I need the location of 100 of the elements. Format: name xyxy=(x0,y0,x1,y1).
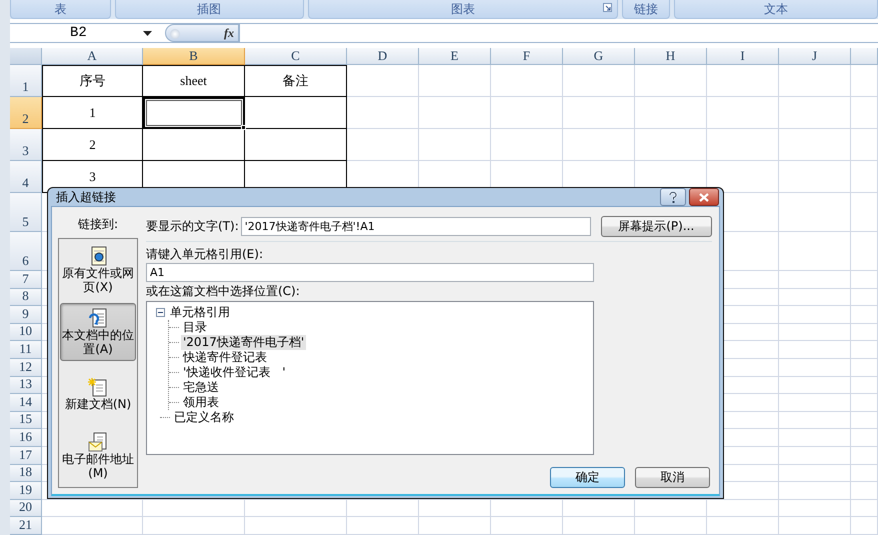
table-cell xyxy=(851,306,878,324)
table-cell xyxy=(851,482,878,500)
link-to-label: 链接到: xyxy=(76,216,120,233)
row-header[interactable]: 6 xyxy=(10,232,42,271)
cancel-button[interactable]: 取消 xyxy=(635,467,710,488)
row-header[interactable]: 3 xyxy=(10,129,42,161)
table-cell xyxy=(851,341,878,359)
location-label: 或在这篇文档中选择位置(C): xyxy=(146,283,301,300)
tree-item[interactable]: 宅急送 xyxy=(181,380,221,395)
row-header[interactable]: 13 xyxy=(10,376,42,394)
row-header[interactable]: 2 xyxy=(10,97,42,129)
table-cell xyxy=(779,517,851,535)
tree-item[interactable]: 快递寄件登记表 xyxy=(181,350,269,365)
row-header[interactable]: 18 xyxy=(10,464,42,482)
table-cell xyxy=(851,288,878,306)
row-header[interactable]: 5 xyxy=(10,193,42,232)
table-cell xyxy=(779,500,851,518)
table-cell xyxy=(563,97,635,129)
cell-reference-field[interactable]: A1 xyxy=(146,263,594,282)
column-header[interactable]: I xyxy=(707,48,779,65)
row-header[interactable]: 12 xyxy=(10,358,42,377)
column-header[interactable]: G xyxy=(563,48,635,65)
column-header[interactable]: F xyxy=(491,48,563,65)
tree-item[interactable]: 目录 xyxy=(181,320,209,335)
table-cell xyxy=(851,129,878,161)
close-icon xyxy=(699,192,709,202)
row-header[interactable]: 20 xyxy=(10,500,42,518)
row-header[interactable]: 7 xyxy=(10,271,42,289)
link-type-item[interactable]: 原有文件或网页(X) xyxy=(60,241,136,299)
tree-item[interactable]: '2017快递寄件电子档' xyxy=(181,335,306,350)
display-text-label: 要显示的文字(T): xyxy=(146,218,239,234)
tree-item[interactable]: 已定义名称 xyxy=(172,410,236,425)
table-cell xyxy=(635,517,707,535)
table-cell: 序号 xyxy=(42,65,143,97)
row-header[interactable]: 17 xyxy=(10,446,42,465)
name-box[interactable]: B2 xyxy=(10,24,165,42)
row-header[interactable]: 1 xyxy=(10,65,42,97)
row-header[interactable]: 19 xyxy=(10,482,42,500)
fill-handle[interactable] xyxy=(241,125,246,130)
tree-item[interactable]: 单元格引用 xyxy=(168,305,232,320)
column-header[interactable]: C xyxy=(245,48,347,65)
ribbon-group-label: 图表 xyxy=(450,0,475,18)
ribbon-group-label: 链接 xyxy=(634,0,658,18)
table-cell xyxy=(779,271,851,289)
column-header[interactable]: A xyxy=(42,48,143,65)
table-cell: sheet xyxy=(143,65,245,97)
table-cell xyxy=(851,324,878,342)
collapse-icon[interactable] xyxy=(156,308,165,317)
table-cell xyxy=(779,429,851,447)
table-cell xyxy=(851,517,878,535)
table-cell xyxy=(563,517,635,535)
column-header[interactable]: D xyxy=(347,48,419,65)
row-header[interactable]: 16 xyxy=(10,429,42,447)
table-cell xyxy=(851,412,878,430)
table-cell xyxy=(851,429,878,447)
row-header[interactable]: 10 xyxy=(10,324,42,342)
close-button[interactable] xyxy=(689,188,719,206)
link-type-label: 本文档中的位置(A) xyxy=(62,328,134,356)
dialog-launcher-icon[interactable] xyxy=(603,3,612,12)
row-header[interactable]: 11 xyxy=(10,341,42,359)
column-header[interactable]: J xyxy=(779,48,851,65)
screen-tip-button[interactable]: 屏幕提示(P)... xyxy=(600,216,712,236)
table-cell xyxy=(779,341,851,359)
column-header[interactable]: B xyxy=(143,48,245,65)
column-header[interactable]: H xyxy=(635,48,707,65)
ribbon-group-label: 文本 xyxy=(764,0,788,18)
table-cell xyxy=(779,394,851,412)
insert-function-button[interactable]: fx xyxy=(165,24,239,42)
table-cell xyxy=(707,500,779,518)
tree-item[interactable]: 领用表 xyxy=(181,395,221,410)
link-type-item[interactable]: 电子邮件地址(M) xyxy=(60,427,136,485)
row-header[interactable]: 14 xyxy=(10,394,42,412)
row-header[interactable]: 9 xyxy=(10,306,42,324)
table-cell xyxy=(779,161,851,193)
table-cell xyxy=(851,271,878,289)
row-header[interactable]: 15 xyxy=(10,412,42,430)
table-cell xyxy=(779,129,851,161)
table-cell: 2 xyxy=(42,129,143,161)
tree-item[interactable]: '快递收件登记表 ' xyxy=(181,365,288,380)
row-header[interactable]: 21 xyxy=(10,517,42,535)
link-type-label: 新建文档(N) xyxy=(64,397,132,411)
table-cell xyxy=(779,412,851,430)
link-type-item[interactable]: 新建文档(N) xyxy=(60,365,136,423)
link-type-item[interactable]: 本文档中的位置(A) xyxy=(60,303,136,361)
row-header[interactable]: 8 xyxy=(10,288,42,306)
column-header[interactable]: E xyxy=(419,48,491,65)
row-header[interactable]: 4 xyxy=(10,161,42,193)
table-cell xyxy=(779,288,851,306)
caret-icon[interactable] xyxy=(142,30,152,36)
display-text-field[interactable]: '2017快递寄件电子档'!A1 xyxy=(240,216,591,236)
table-cell xyxy=(779,193,851,232)
table-cell xyxy=(851,65,878,97)
table-cell xyxy=(563,65,635,97)
table-cell xyxy=(707,97,779,129)
ok-button[interactable]: 确定 xyxy=(550,467,625,488)
table-cell xyxy=(419,65,491,97)
help-button[interactable] xyxy=(660,188,686,206)
table-cell xyxy=(779,324,851,342)
table-cell xyxy=(635,97,707,129)
table-cell xyxy=(491,65,563,97)
